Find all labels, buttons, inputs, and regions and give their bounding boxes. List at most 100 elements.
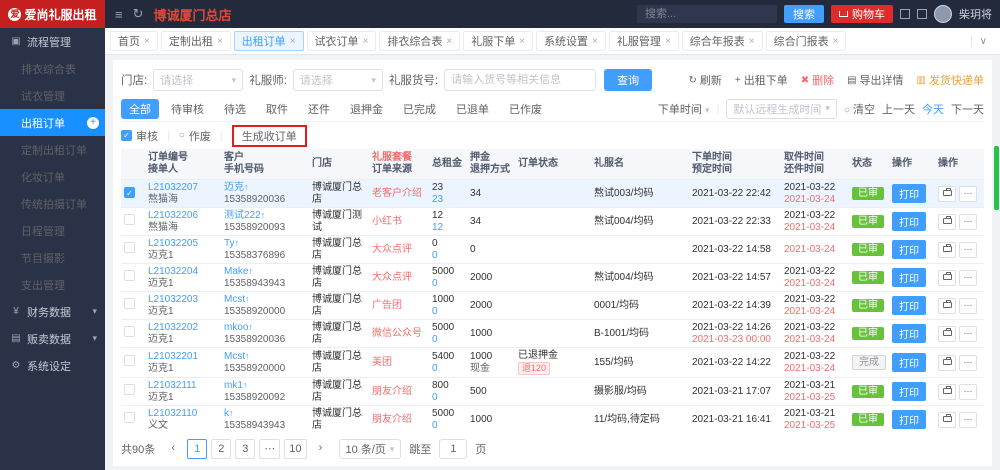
void-button[interactable]: ○ 作废 <box>179 128 211 144</box>
layout-icon[interactable] <box>917 9 927 19</box>
fullscreen-icon[interactable] <box>900 9 910 19</box>
filter-action-2[interactable]: ✖删除 <box>801 72 834 88</box>
order-no-link[interactable]: L21032204 <box>148 266 218 278</box>
close-icon[interactable]: × <box>290 36 296 47</box>
sidebar-item-1[interactable]: 排衣综合表 <box>0 55 105 82</box>
page-button-⋯[interactable]: ⋯ <box>259 439 280 459</box>
tab-3[interactable]: 试衣订单× <box>307 31 377 51</box>
printer-icon-button[interactable] <box>938 298 956 314</box>
status-tab-4[interactable]: 还件 <box>300 99 338 119</box>
printer-icon-button[interactable] <box>938 412 956 428</box>
filter-action-3[interactable]: ▤导出详情 <box>847 72 903 88</box>
clear-button[interactable]: ○ 清空 <box>844 101 875 117</box>
order-no-link[interactable]: L21032207 <box>148 182 218 194</box>
more-actions-button[interactable]: ⋯ <box>959 186 977 202</box>
printer-icon-button[interactable] <box>938 242 956 258</box>
row-checkbox[interactable] <box>124 384 135 395</box>
page-button-10[interactable]: 10 <box>284 439 306 459</box>
close-icon[interactable]: × <box>363 36 369 47</box>
close-icon[interactable]: × <box>749 36 755 47</box>
global-search-input[interactable] <box>637 5 777 23</box>
table-row-8[interactable]: L21032110义文k↑15358943943博诚厦门总店朋友介绍500001… <box>121 406 984 433</box>
customer-name[interactable]: Make↑ <box>224 266 306 278</box>
status-tab-6[interactable]: 已完成 <box>395 99 444 119</box>
sidebar-item-5[interactable]: 化妆订单 <box>0 163 105 190</box>
order-no-link[interactable]: L21032205 <box>148 238 218 250</box>
sidebar-item-8[interactable]: 节目摄影 <box>0 244 105 271</box>
query-button[interactable]: 查询 <box>604 69 652 91</box>
print-button[interactable]: 打印 <box>892 212 926 231</box>
status-tab-3[interactable]: 取件 <box>258 99 296 119</box>
stylist-select[interactable]: 请选择 ▾ <box>293 69 383 91</box>
order-no-link[interactable]: L21032110 <box>148 408 218 420</box>
print-button[interactable]: 打印 <box>892 353 926 372</box>
customer-name[interactable]: k↑ <box>224 408 306 420</box>
refresh-icon[interactable]: ↻ <box>133 6 144 22</box>
sidebar-item-0[interactable]: ▣流程管理 <box>0 28 105 55</box>
close-icon[interactable]: × <box>446 36 452 47</box>
filter-action-1[interactable]: +出租下单 <box>735 72 788 88</box>
tab-8[interactable]: 综合年报表× <box>682 31 763 51</box>
sidebar-item-6[interactable]: 传统拍摄订单 <box>0 190 105 217</box>
page-button-1[interactable]: 1 <box>187 439 207 459</box>
page-button-2[interactable]: 2 <box>211 439 231 459</box>
approve-button[interactable]: ✓ 审核 <box>121 128 158 144</box>
print-button[interactable]: 打印 <box>892 268 926 287</box>
table-row-1[interactable]: L21032206熬猫海测试222↑15358920093博诚厦门测试小红书12… <box>121 208 984 236</box>
customer-name[interactable]: mk1↑ <box>224 380 306 392</box>
row-checkbox[interactable] <box>124 214 135 225</box>
sidebar-item-12[interactable]: ⚙系统设定 <box>0 352 105 379</box>
tab-6[interactable]: 系统设置× <box>536 31 606 51</box>
row-checkbox[interactable] <box>124 270 135 281</box>
table-row-6[interactable]: L21032201迈克1Mcst↑15358920000博诚厦门总店美团5400… <box>121 348 984 378</box>
customer-name[interactable]: Ty↑ <box>224 238 306 250</box>
print-button[interactable]: 打印 <box>892 296 926 315</box>
more-actions-button[interactable]: ⋯ <box>959 298 977 314</box>
sku-input[interactable] <box>444 69 596 91</box>
row-checkbox[interactable] <box>124 298 135 309</box>
scrollbar-thumb[interactable] <box>994 146 999 210</box>
row-checkbox[interactable] <box>124 355 135 366</box>
close-icon[interactable]: × <box>665 36 671 47</box>
printer-icon-button[interactable] <box>938 355 956 371</box>
print-button[interactable]: 打印 <box>892 410 926 429</box>
printer-icon-button[interactable] <box>938 214 956 230</box>
table-row-7[interactable]: L21032111迈克1mk1↑15358920092博诚厦门总店朋友介绍800… <box>121 378 984 406</box>
close-icon[interactable]: × <box>144 36 150 47</box>
tab-1[interactable]: 定制出租× <box>161 31 231 51</box>
customer-name[interactable]: 测试222↑ <box>224 210 306 222</box>
table-row-5[interactable]: L21032202迈克1mkoo↑15358920036博诚厦门总店微信公众号5… <box>121 320 984 348</box>
sidebar-item-3[interactable]: 出租订单+ <box>0 109 105 136</box>
avatar[interactable] <box>934 5 952 23</box>
status-tab-0[interactable]: 全部 <box>121 99 159 119</box>
status-tab-2[interactable]: 待选 <box>216 99 254 119</box>
next-page-button[interactable]: › <box>311 439 331 459</box>
row-checkbox[interactable] <box>124 412 135 423</box>
filter-action-0[interactable]: ↻刷新 <box>688 72 721 88</box>
more-actions-button[interactable]: ⋯ <box>959 214 977 230</box>
close-icon[interactable]: × <box>519 36 525 47</box>
row-checkbox[interactable] <box>124 326 135 337</box>
filter-action-4[interactable]: ▥发货快递单 <box>917 72 984 88</box>
hamburger-icon[interactable]: ≡ <box>115 7 123 22</box>
order-no-link[interactable]: L21032206 <box>148 210 218 222</box>
row-checkbox[interactable] <box>124 242 135 253</box>
print-button[interactable]: 打印 <box>892 382 926 401</box>
order-no-link[interactable]: L21032111 <box>148 380 218 392</box>
more-actions-button[interactable]: ⋯ <box>959 270 977 286</box>
sidebar-item-4[interactable]: 定制出租订单 <box>0 136 105 163</box>
tab-2[interactable]: 出租订单× <box>234 31 304 51</box>
search-button[interactable]: 搜索 <box>784 5 824 23</box>
customer-name[interactable]: Mcst↑ <box>224 351 306 363</box>
customer-name[interactable]: Mcst↑ <box>224 294 306 306</box>
table-row-4[interactable]: L21032203迈克1Mcst↑15358920000博诚厦门总店广告团100… <box>121 292 984 320</box>
sidebar-item-11[interactable]: ▤贩卖数据▾ <box>0 325 105 352</box>
next-day-button[interactable]: 下一天 <box>951 101 984 117</box>
close-icon[interactable]: × <box>592 36 598 47</box>
sidebar-item-2[interactable]: 试衣管理 <box>0 82 105 109</box>
printer-icon-button[interactable] <box>938 270 956 286</box>
time-field-select[interactable]: 下单时间 ▾ <box>658 101 710 117</box>
cart-button[interactable]: 购物车 <box>831 5 893 23</box>
more-actions-button[interactable]: ⋯ <box>959 384 977 400</box>
sidebar-item-10[interactable]: ¥财务数据▾ <box>0 298 105 325</box>
